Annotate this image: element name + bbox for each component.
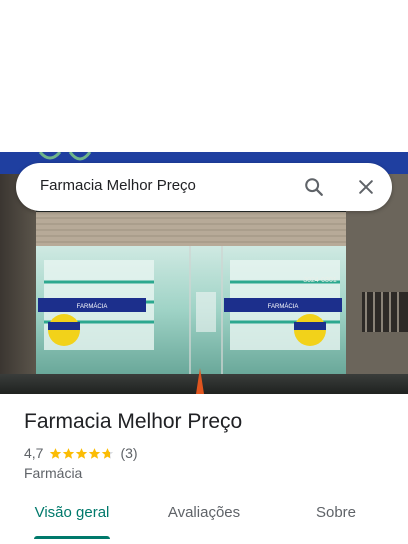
tab-reviews[interactable]: Avaliações: [152, 498, 256, 544]
star-icon: [63, 447, 75, 459]
phone-text: 3024-0301: [303, 277, 337, 284]
review-count[interactable]: (3): [120, 445, 137, 461]
star-icon: [50, 447, 62, 459]
place-info-panel: Farmacia Melhor Preço 4,7 (3) Farmácia V…: [0, 394, 408, 544]
close-icon[interactable]: [354, 175, 378, 199]
place-category[interactable]: Farmácia: [24, 465, 82, 481]
star-icon: [76, 447, 88, 459]
banner-right-text: FARMÁCIA: [268, 303, 299, 310]
tab-about[interactable]: Sobre: [296, 498, 376, 544]
banner-left-text: FARMÁCIA: [77, 303, 108, 310]
half-star-icon: [102, 447, 114, 459]
search-input[interactable]: Farmacia Melhor Preço: [40, 177, 196, 194]
search-icon[interactable]: [302, 175, 326, 199]
search-bar[interactable]: Farmacia Melhor Preço: [16, 163, 392, 211]
rating-value: 4,7: [24, 445, 44, 461]
active-tab-indicator: [34, 536, 110, 539]
rating-row[interactable]: 4,7 (3): [24, 444, 138, 462]
place-title: Farmacia Melhor Preço: [24, 410, 243, 433]
place-tabs: Visão geral Avaliações Sobre: [0, 498, 408, 544]
star-icon: [89, 447, 101, 459]
star-rating: [49, 447, 114, 460]
